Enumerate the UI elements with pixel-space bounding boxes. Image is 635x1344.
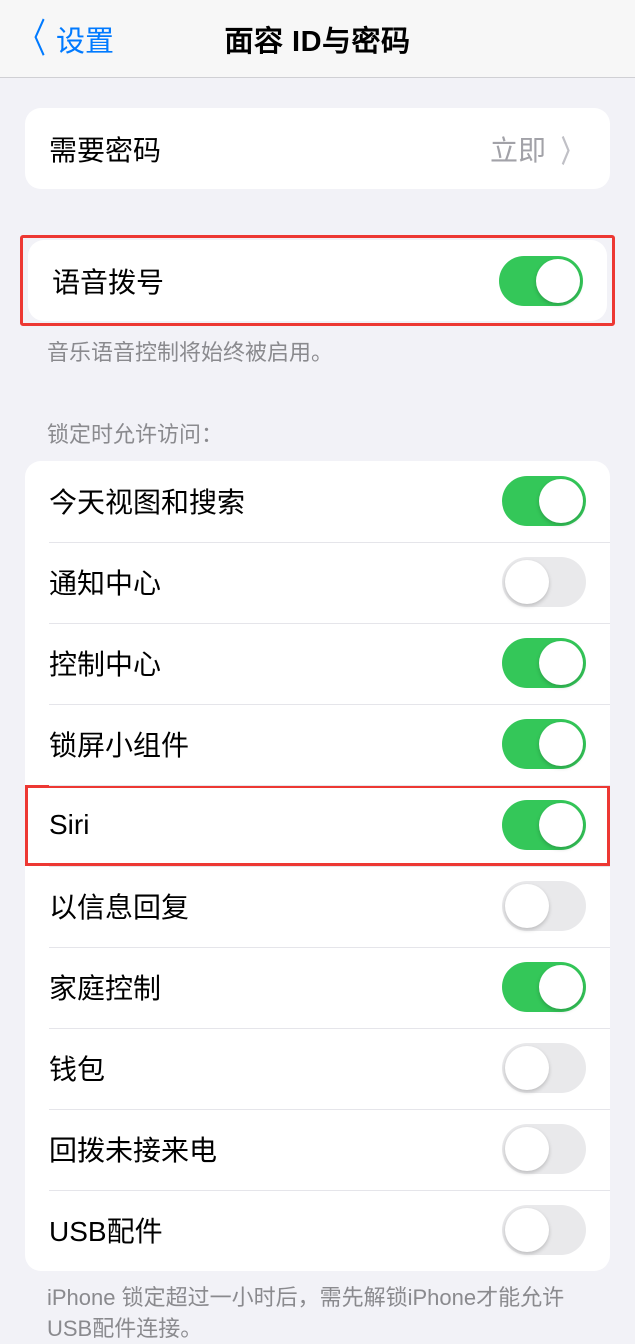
row-home-control: 家庭控制 [25,947,610,1028]
notification-center-toggle[interactable] [502,557,586,607]
page-title: 面容 ID与密码 [224,18,410,60]
group-lock-access: 今天视图和搜索 通知中心 控制中心 锁屏小组件 Siri 以信息回复 家庭控制 [25,461,610,1271]
row-voice-dial: 语音拨号 [28,240,607,321]
usb-accessories-label: USB配件 [49,1210,163,1250]
chevron-right-icon: 〉 [561,127,581,171]
row-control-center: 控制中心 [25,623,610,704]
today-view-toggle[interactable] [502,476,586,526]
row-require-passcode[interactable]: 需要密码 立即 〉 [25,108,610,189]
row-detail: 立即 〉 [490,127,586,171]
reply-with-message-label: 以信息回复 [49,886,189,926]
lock-access-header: 锁定时允许访问： [25,369,610,461]
chevron-left-icon: 〈 [18,19,46,59]
today-view-label: 今天视图和搜索 [49,481,245,521]
reply-with-message-toggle[interactable] [502,881,586,931]
highlight-voice-dial: 语音拨号 [20,235,615,326]
notification-center-label: 通知中心 [49,562,161,602]
lock-widgets-label: 锁屏小组件 [49,724,189,764]
group-require-passcode: 需要密码 立即 〉 [25,108,610,189]
row-wallet: 钱包 [25,1028,610,1109]
row-siri: Siri [25,785,610,866]
return-missed-calls-toggle[interactable] [502,1124,586,1174]
lock-widgets-toggle[interactable] [502,719,586,769]
return-missed-calls-label: 回拨未接来电 [49,1129,217,1169]
back-label: 设置 [56,18,114,60]
row-usb-accessories: USB配件 [25,1190,610,1271]
siri-label: Siri [49,809,89,841]
wallet-label: 钱包 [49,1048,105,1088]
row-notification-center: 通知中心 [25,542,610,623]
home-control-toggle[interactable] [502,962,586,1012]
siri-toggle[interactable] [502,800,586,850]
wallet-toggle[interactable] [502,1043,586,1093]
voice-dial-footer: 音乐语音控制将始终被启用。 [25,326,610,369]
require-passcode-value: 立即 [490,129,546,169]
voice-dial-toggle[interactable] [499,256,583,306]
row-reply-with-message: 以信息回复 [25,866,610,947]
nav-bar: 〈 设置 面容 ID与密码 [0,0,635,78]
control-center-label: 控制中心 [49,643,161,683]
back-button[interactable]: 〈 设置 [0,18,114,60]
control-center-toggle[interactable] [502,638,586,688]
row-today-view: 今天视图和搜索 [25,461,610,542]
voice-dial-label: 语音拨号 [52,261,164,301]
home-control-label: 家庭控制 [49,967,161,1007]
group-voice-dial: 语音拨号 [28,240,607,321]
row-return-missed-calls: 回拨未接来电 [25,1109,610,1190]
usb-footer: iPhone 锁定超过一小时后，需先解锁iPhone才能允许USB配件连接。 [25,1271,610,1344]
row-lock-widgets: 锁屏小组件 [25,704,610,785]
usb-accessories-toggle[interactable] [502,1205,586,1255]
require-passcode-label: 需要密码 [49,129,161,169]
